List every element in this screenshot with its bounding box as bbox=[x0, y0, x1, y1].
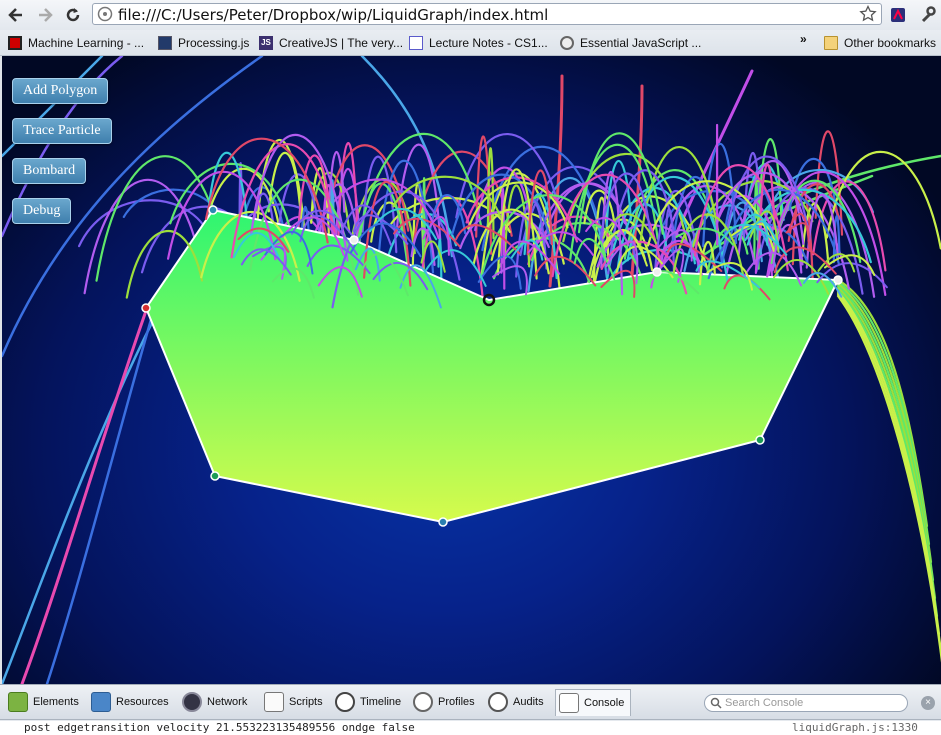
address-bar[interactable]: file:///C:/Users/Peter/Dropbox/wip/Liqui… bbox=[92, 3, 882, 25]
url-text: file:///C:/Users/Peter/Dropbox/wip/Liqui… bbox=[118, 6, 548, 24]
globe-icon bbox=[560, 36, 574, 50]
particle-trail bbox=[838, 290, 937, 616]
elements-icon bbox=[8, 692, 28, 712]
tab-label: Elements bbox=[33, 696, 79, 708]
bookmark-label: Essential JavaScript ... bbox=[580, 36, 701, 50]
polygon-vertex-handle[interactable] bbox=[834, 276, 842, 284]
particle-trails bbox=[2, 56, 941, 684]
tab-audits[interactable]: Audits bbox=[488, 689, 544, 715]
forward-arrow-icon bbox=[36, 6, 54, 24]
page-icon bbox=[97, 6, 113, 22]
bookmark-label: Lecture Notes - CS1... bbox=[429, 36, 548, 50]
other-bookmarks-folder[interactable]: Other bookmarks bbox=[824, 34, 936, 52]
polygon-vertex-handle[interactable] bbox=[439, 518, 447, 526]
close-devtools-icon[interactable]: × bbox=[921, 696, 935, 710]
console-source-link[interactable]: liquidGraph.js:1330 bbox=[792, 721, 918, 734]
tab-label: Resources bbox=[116, 696, 169, 708]
profiles-gauge-icon bbox=[413, 692, 433, 712]
debug-button[interactable]: Debug bbox=[12, 198, 71, 224]
tab-label: Audits bbox=[513, 696, 544, 708]
settings-wrench-button[interactable] bbox=[918, 5, 938, 25]
tab-label: Timeline bbox=[360, 696, 401, 708]
developer-tools-panel: Elements Resources Network Scripts Timel… bbox=[0, 684, 941, 735]
bookmark-processing-js[interactable]: Processing.js bbox=[158, 34, 249, 52]
wrench-icon bbox=[919, 6, 937, 24]
particle-trail bbox=[22, 308, 147, 684]
bookmark-machine-learning[interactable]: Machine Learning - ... bbox=[8, 34, 144, 52]
bookmark-star-icon[interactable] bbox=[859, 5, 877, 23]
bookmark-label: CreativeJS | The very... bbox=[279, 36, 403, 50]
tab-scripts[interactable]: Scripts bbox=[264, 689, 323, 715]
polygon-vertex-handle[interactable] bbox=[756, 436, 764, 444]
bookmark-essential-javascript[interactable]: Essential JavaScript ... bbox=[560, 34, 701, 52]
bombard-button[interactable]: Bombard bbox=[12, 158, 86, 184]
tab-console[interactable]: Console bbox=[555, 689, 631, 716]
extension-button[interactable] bbox=[888, 5, 908, 25]
bookmarks-overflow-chevron[interactable]: » bbox=[800, 30, 807, 48]
tab-resources[interactable]: Resources bbox=[91, 689, 169, 715]
polygon-vertex-handle[interactable] bbox=[211, 472, 219, 480]
tab-profiles[interactable]: Profiles bbox=[413, 689, 475, 715]
polygon-vertex-handle[interactable] bbox=[142, 304, 150, 312]
bookmark-creativejs[interactable]: JS CreativeJS | The very... bbox=[259, 34, 403, 52]
timeline-clock-icon bbox=[335, 692, 355, 712]
trace-particle-button[interactable]: Trace Particle bbox=[12, 118, 112, 144]
bookmarks-bar: Machine Learning - ... Processing.js JS … bbox=[0, 30, 941, 56]
audits-magnifier-icon bbox=[488, 692, 508, 712]
simulation-canvas[interactable]: Add Polygon Trace Particle Bombard Debug bbox=[2, 56, 941, 684]
console-message-row: post edgetransition velocity 21.55322313… bbox=[0, 721, 941, 735]
network-icon bbox=[182, 692, 202, 712]
particle-trail bbox=[838, 294, 941, 652]
processing-icon bbox=[158, 36, 172, 50]
tab-timeline[interactable]: Timeline bbox=[335, 689, 401, 715]
tab-elements[interactable]: Elements bbox=[8, 689, 79, 715]
tab-label: Network bbox=[207, 696, 247, 708]
tab-label: Console bbox=[584, 697, 624, 709]
reload-icon bbox=[64, 6, 82, 24]
red-square-icon bbox=[8, 36, 22, 50]
back-button[interactable] bbox=[6, 5, 26, 25]
js-icon: JS bbox=[259, 36, 273, 50]
reload-button[interactable] bbox=[63, 5, 83, 25]
particle-trail bbox=[47, 316, 152, 684]
polygon-vertex-handle[interactable] bbox=[209, 206, 217, 214]
document-icon bbox=[409, 36, 423, 50]
devtools-tab-bar: Elements Resources Network Scripts Timel… bbox=[0, 685, 941, 720]
back-arrow-icon bbox=[7, 6, 25, 24]
particle-trail bbox=[423, 178, 424, 255]
particle-trail bbox=[838, 288, 935, 598]
particle-trail bbox=[535, 257, 595, 286]
console-message: post edgetransition velocity 21.55322313… bbox=[24, 721, 415, 734]
bookmark-label: Machine Learning - ... bbox=[28, 36, 144, 50]
search-placeholder: Search Console bbox=[725, 697, 803, 709]
bookmark-label: Processing.js bbox=[178, 36, 249, 50]
polygon-vertex-handle[interactable] bbox=[350, 236, 358, 244]
folder-icon bbox=[824, 36, 838, 50]
particle-trail bbox=[838, 284, 931, 562]
resources-icon bbox=[91, 692, 111, 712]
console-icon bbox=[559, 693, 579, 713]
browser-toolbar: file:///C:/Users/Peter/Dropbox/wip/Liqui… bbox=[0, 0, 941, 30]
tab-network[interactable]: Network bbox=[182, 689, 247, 715]
tab-label: Profiles bbox=[438, 696, 475, 708]
extension-icon bbox=[889, 6, 907, 24]
scripts-icon bbox=[264, 692, 284, 712]
search-icon bbox=[710, 697, 722, 709]
forward-button[interactable] bbox=[35, 5, 55, 25]
particle-trail bbox=[838, 286, 933, 580]
search-console-input[interactable]: Search Console bbox=[704, 694, 908, 712]
add-polygon-button[interactable]: Add Polygon bbox=[12, 78, 108, 104]
tab-label: Scripts bbox=[289, 696, 323, 708]
bookmark-lecture-notes[interactable]: Lecture Notes - CS1... bbox=[409, 34, 548, 52]
bookmark-label: Other bookmarks bbox=[844, 36, 936, 50]
polygon-vertex-handle[interactable] bbox=[653, 268, 661, 276]
particle-trail bbox=[838, 292, 939, 634]
